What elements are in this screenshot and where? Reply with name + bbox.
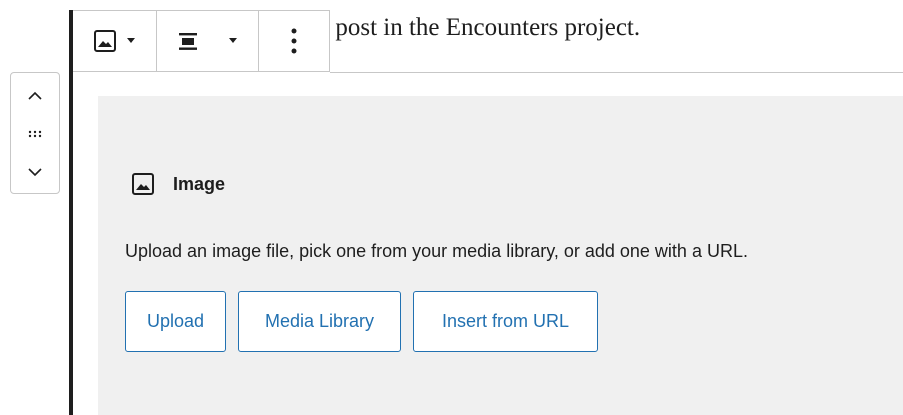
image-icon (94, 30, 117, 52)
editor-canvas: e post in the Encounters project. Image … (0, 0, 903, 415)
paragraph-text[interactable]: e post in the Encounters project. (318, 12, 640, 44)
chevron-down-icon (28, 168, 42, 177)
block-type-switcher[interactable] (73, 11, 157, 71)
caret-down-icon (127, 38, 136, 43)
placeholder-instructions: Upload an image file, pick one from your… (125, 241, 748, 261)
block-toolbar (73, 10, 330, 72)
align-dropdown[interactable] (157, 11, 260, 71)
block-mover (10, 72, 60, 194)
insert-from-url-button[interactable]: Insert from URL (413, 291, 598, 352)
placeholder-header: Image (131, 172, 225, 196)
align-center-icon (179, 33, 198, 50)
placeholder-buttons: Upload Media Library Insert from URL (125, 291, 598, 352)
placeholder-title: Image (173, 173, 226, 194)
chevron-up-icon (28, 91, 42, 100)
move-up-button[interactable] (11, 81, 59, 111)
move-down-button[interactable] (11, 157, 59, 187)
drag-handle[interactable] (11, 119, 59, 149)
drag-handle-icon (28, 130, 42, 138)
media-library-button[interactable]: Media Library (238, 291, 401, 352)
toolbar-divider-line (330, 72, 903, 73)
more-vertical-icon (291, 28, 297, 54)
image-icon (132, 173, 154, 195)
upload-button[interactable]: Upload (125, 291, 226, 352)
more-options-button[interactable] (259, 11, 329, 71)
caret-down-icon (229, 38, 238, 43)
